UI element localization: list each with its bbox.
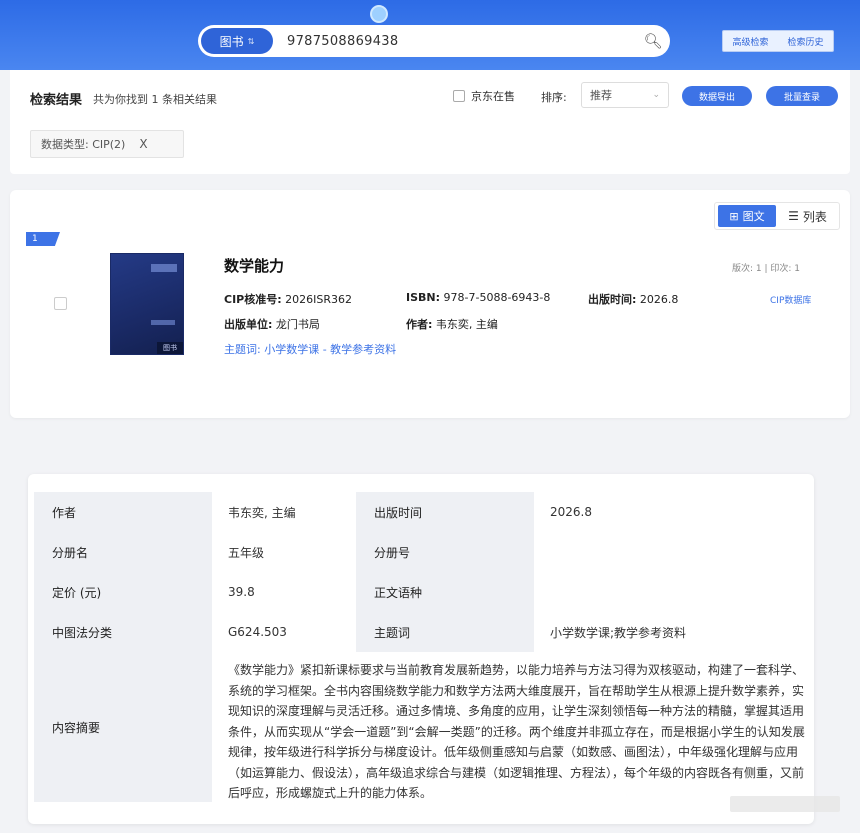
subject-link[interactable]: 主题词: 小学数学课 - 教学参考资料 <box>224 341 396 357</box>
advanced-search-link[interactable]: 高级检索 <box>732 35 768 48</box>
publisher: 出版单位: 龙门书局 <box>224 318 320 331</box>
filter-chip[interactable]: 数据类型: CIP(2) X <box>30 130 184 158</box>
table-row: 中图法分类 G624.503 主题词 小学数学课;教学参考资料 <box>34 612 806 652</box>
watermark <box>730 796 840 812</box>
detail-key: 定价 (元) <box>34 572 212 612</box>
detail-table: 作者 韦东奕, 主编 出版时间 2026.8 分册名 五年级 分册号 定价 (元… <box>34 492 806 802</box>
search-history-link[interactable]: 检索历史 <box>787 35 823 48</box>
sort-value: 推荐 <box>590 89 612 102</box>
cover-tag: 图书 <box>157 342 183 354</box>
view-tuwen-button[interactable]: ⊞ 图文 <box>718 205 776 227</box>
detail-value: 韦东奕, 主编 <box>228 505 296 520</box>
isbn: ISBN: 978-7-5088-6943-8 <box>406 291 551 304</box>
jd-checkbox[interactable] <box>453 90 465 102</box>
detail-value: 2026.8 <box>550 505 592 519</box>
detail-value <box>534 572 806 612</box>
filter-chip-label: 数据类型: CIP(2) <box>41 138 126 151</box>
table-row: 定价 (元) 39.8 正文语种 <box>34 572 806 612</box>
detail-value: 五年级 <box>228 545 265 560</box>
export-button[interactable]: 数据导出 <box>682 86 752 106</box>
detail-value: 39.8 <box>228 585 255 599</box>
detail-key: 中图法分类 <box>34 612 212 652</box>
item-checkbox[interactable] <box>54 297 67 310</box>
view-tuwen-label: 图文 <box>742 210 765 223</box>
result-item: ⊞ 图文 ☰ 列表 1 图书 数学能力 CIP核准号: 2026ISR362 I… <box>10 190 850 418</box>
sort-label: 排序: <box>541 91 567 104</box>
results-title: 检索结果 <box>30 93 83 108</box>
chevron-down-icon: ⇅ <box>247 36 255 46</box>
sort-select[interactable]: 推荐 ⌄ <box>581 82 669 108</box>
close-icon[interactable]: X <box>139 137 147 151</box>
summary-label: 内容摘要 <box>34 652 212 802</box>
result-index: 1 <box>26 232 60 246</box>
detail-panel: 作者 韦东奕, 主编 出版时间 2026.8 分册名 五年级 分册号 定价 (元… <box>28 474 814 824</box>
chevron-down-icon: ⌄ <box>652 90 660 100</box>
detail-value <box>534 532 806 572</box>
detail-key: 分册名 <box>34 532 212 572</box>
table-row: 分册名 五年级 分册号 <box>34 532 806 572</box>
search-type-dropdown[interactable]: 图书 ⇅ <box>201 28 273 54</box>
cover-logo <box>151 264 177 272</box>
book-cover[interactable]: 图书 <box>110 253 184 355</box>
search-box[interactable]: 图书 ⇅ 9787508869438 🔍︎ <box>198 25 670 57</box>
results-header: 检索结果 共为你找到 1 条相关结果 京东在售 排序: 推荐 ⌄ 数据导出 批量… <box>10 70 850 174</box>
detail-key: 分册号 <box>356 532 534 572</box>
cip-db-link[interactable]: CIP数据库 <box>770 293 811 306</box>
detail-value: G624.503 <box>228 625 287 639</box>
view-list-label: 列表 <box>802 209 827 224</box>
publish-time: 出版时间: 2026.8 <box>588 293 679 306</box>
search-input[interactable]: 9787508869438 <box>273 34 636 49</box>
detail-key: 正文语种 <box>356 572 534 612</box>
top-search-bar: 图书 ⇅ 9787508869438 🔍︎ 高级检索 检索历史 <box>0 0 860 70</box>
detail-key: 出版时间 <box>356 492 534 532</box>
detail-value: 小学数学课;教学参考资料 <box>550 625 687 640</box>
view-toggle: ⊞ 图文 ☰ 列表 <box>714 202 840 230</box>
cover-text-mark <box>151 320 175 325</box>
results-summary: 共为你找到 1 条相关结果 <box>93 93 217 106</box>
jd-filter[interactable]: 京东在售 <box>453 88 515 104</box>
search-type-label: 图书 <box>219 34 244 49</box>
jd-label: 京东在售 <box>471 90 515 103</box>
summary-text: 《数学能力》紧扣新课标要求与当前教育发展新趋势，以能力培养与方法习得为双核驱动，… <box>228 663 805 800</box>
grid-icon: ⊞ <box>729 209 739 223</box>
view-list-button[interactable]: ☰ 列表 <box>776 208 839 225</box>
author: 作者: 韦东奕, 主编 <box>406 318 498 331</box>
table-row: 作者 韦东奕, 主编 出版时间 2026.8 <box>34 492 806 532</box>
batch-button[interactable]: 批量查录 <box>766 86 838 106</box>
detail-key: 主题词 <box>356 612 534 652</box>
edition-info: 版次: 1 | 印次: 1 <box>732 264 800 274</box>
top-links: 高级检索 检索历史 <box>722 30 834 52</box>
logo-dot <box>370 5 388 23</box>
book-title[interactable]: 数学能力 <box>224 255 284 276</box>
cip-number: CIP核准号: 2026ISR362 <box>224 293 352 306</box>
detail-key: 作者 <box>34 492 212 532</box>
search-icon[interactable]: 🔍︎ <box>636 32 670 50</box>
summary-row: 内容摘要 《数学能力》紧扣新课标要求与当前教育发展新趋势，以能力培养与方法习得为… <box>34 652 806 802</box>
list-icon: ☰ <box>788 209 799 223</box>
